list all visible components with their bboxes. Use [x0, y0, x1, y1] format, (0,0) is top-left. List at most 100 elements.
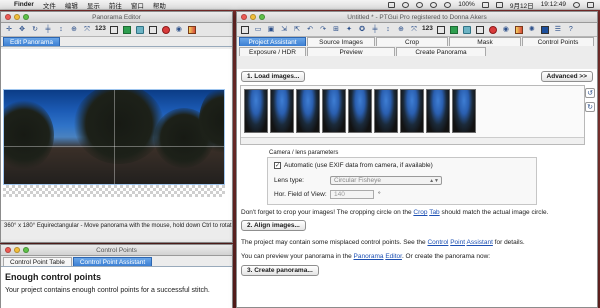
optimize-icon[interactable]: ✦ — [344, 25, 354, 35]
tab-create-panorama[interactable]: Create Panorama — [396, 47, 486, 56]
bluetooth-icon[interactable] — [416, 1, 424, 8]
fit-icon[interactable]: ⤧ — [409, 25, 419, 35]
exposure-icon[interactable] — [514, 25, 524, 35]
input-source-icon[interactable] — [495, 1, 503, 8]
zoom-button[interactable] — [259, 14, 265, 20]
editor-link[interactable]: Editor — [385, 253, 402, 260]
tab-control-point-table[interactable]: Control Point Table — [3, 257, 72, 266]
menu-file[interactable]: 文件 — [43, 0, 56, 10]
rotate-icon[interactable]: ↻ — [30, 25, 40, 35]
tab-control-points[interactable]: Control Points — [522, 37, 594, 46]
numeric-transform-button[interactable]: 123 — [95, 25, 106, 35]
auto-exif-checkbox[interactable]: ✓ — [274, 162, 281, 169]
tab-preview[interactable]: Preview — [307, 47, 395, 56]
tab-link[interactable]: Tab — [429, 209, 439, 216]
center-icon[interactable]: ⊕ — [69, 25, 79, 35]
close-button[interactable] — [241, 14, 247, 20]
green-layer-icon[interactable] — [122, 25, 132, 35]
vertical-icon[interactable]: ↕ — [56, 25, 66, 35]
mask-icon[interactable] — [161, 25, 171, 35]
new-project-icon[interactable] — [240, 25, 250, 35]
close-button[interactable] — [5, 14, 11, 20]
green-layer-icon[interactable] — [449, 25, 459, 35]
main-titlebar[interactable]: Untitled * - PTGui Pro registered to Don… — [237, 12, 597, 23]
menu-window[interactable]: 窗口 — [131, 0, 144, 10]
center-icon[interactable]: ⊕ — [396, 25, 406, 35]
image-thumbnail[interactable] — [426, 89, 450, 133]
level-icon[interactable]: ╪ — [43, 25, 53, 35]
mask-icon[interactable] — [488, 25, 498, 35]
control-points-titlebar[interactable]: Control Points — [1, 245, 232, 256]
image-thumbnail[interactable] — [322, 89, 346, 133]
close-button[interactable] — [5, 247, 11, 253]
grid-icon[interactable] — [109, 25, 119, 35]
menu-view[interactable]: 显示 — [87, 0, 100, 10]
tab-exposure-hdr[interactable]: Exposure / HDR — [239, 47, 306, 56]
open-icon[interactable]: ▭ — [253, 25, 263, 35]
menu-help[interactable]: 帮助 — [153, 0, 166, 10]
undo-icon[interactable]: ↶ — [305, 25, 315, 35]
stitch-icon[interactable]: ✪ — [357, 25, 367, 35]
panorama-link[interactable]: Panorama — [354, 253, 384, 260]
notification-center-icon[interactable] — [587, 1, 594, 8]
image-thumbnail[interactable] — [374, 89, 398, 133]
crop-link[interactable]: Crop — [413, 209, 427, 216]
highlight-icon[interactable] — [475, 25, 485, 35]
save-icon[interactable]: ▣ — [266, 25, 276, 35]
spotlight-icon[interactable] — [573, 1, 580, 8]
lens-type-select[interactable]: Circular Fisheye ▲▼ — [330, 176, 442, 185]
lightbulb-icon[interactable]: ✺ — [527, 25, 537, 35]
help-icon[interactable]: ? — [566, 25, 576, 35]
display-icon[interactable] — [388, 1, 396, 8]
preview-icon[interactable] — [135, 25, 145, 35]
image-thumbnail[interactable] — [400, 89, 424, 133]
clock-label[interactable]: 19:12:49 — [541, 1, 566, 8]
redo-icon[interactable]: ↷ — [318, 25, 328, 35]
vertical-icon[interactable]: ↕ — [383, 25, 393, 35]
panorama-editor-titlebar[interactable]: Panorama Editor — [1, 12, 232, 23]
minimize-button[interactable] — [250, 14, 256, 20]
export-icon[interactable]: ⇱ — [292, 25, 302, 35]
layers-icon[interactable]: ☰ — [553, 25, 563, 35]
control-link[interactable]: Control — [427, 239, 448, 246]
image-thumbnail[interactable] — [244, 89, 268, 133]
assistant-link[interactable]: Assistant — [467, 239, 493, 246]
move-icon[interactable]: ✥ — [17, 25, 27, 35]
numeric-transform-button[interactable]: 123 — [422, 25, 433, 35]
tab-crop[interactable]: Crop — [376, 37, 448, 46]
grid-icon[interactable] — [436, 25, 446, 35]
tab-source-images[interactable]: Source Images — [307, 37, 375, 46]
align-images-button[interactable]: 2. Align images... — [241, 220, 306, 231]
panorama-image[interactable] — [3, 89, 225, 185]
battery-percent[interactable]: 100% — [458, 1, 475, 8]
image-thumbnail[interactable] — [270, 89, 294, 133]
align-icon[interactable]: ⊞ — [331, 25, 341, 35]
minimize-button[interactable] — [14, 14, 20, 20]
time-machine-icon[interactable] — [402, 1, 410, 8]
fit-icon[interactable]: ⤧ — [82, 25, 92, 35]
level-icon[interactable]: ╪ — [370, 25, 380, 35]
battery-icon[interactable] — [481, 1, 489, 8]
volume-icon[interactable] — [444, 1, 452, 8]
image-thumbnail[interactable] — [296, 89, 320, 133]
point-link[interactable]: Point — [450, 239, 465, 246]
menu-go[interactable]: 前往 — [109, 0, 122, 10]
panorama-canvas[interactable]: 360° x 180° Equirectangular - Move panor… — [1, 49, 232, 232]
zoom-button[interactable] — [23, 14, 29, 20]
menu-edit[interactable]: 编辑 — [65, 0, 78, 10]
eye-icon[interactable]: ◉ — [174, 25, 184, 35]
import-icon[interactable]: ⇲ — [279, 25, 289, 35]
tab-project-assistant[interactable]: Project Assistant — [239, 37, 306, 46]
zoom-button[interactable] — [23, 247, 29, 253]
eye-icon[interactable]: ◉ — [501, 25, 511, 35]
minimize-button[interactable] — [14, 247, 20, 253]
auto-exif-row[interactable]: ✓ Automatic (use EXIF data from camera, … — [274, 162, 433, 169]
image-thumbnail[interactable] — [452, 89, 476, 133]
fov-input[interactable]: 140 — [330, 190, 374, 199]
rotate-right-icon[interactable]: ↻ — [585, 102, 595, 112]
menu-finder[interactable]: Finder — [14, 1, 34, 8]
tab-edit-panorama[interactable]: Edit Panorama — [3, 37, 60, 46]
batch-icon[interactable] — [540, 25, 550, 35]
load-images-button[interactable]: 1. Load images... — [241, 71, 306, 82]
exposure-icon[interactable] — [187, 25, 197, 35]
